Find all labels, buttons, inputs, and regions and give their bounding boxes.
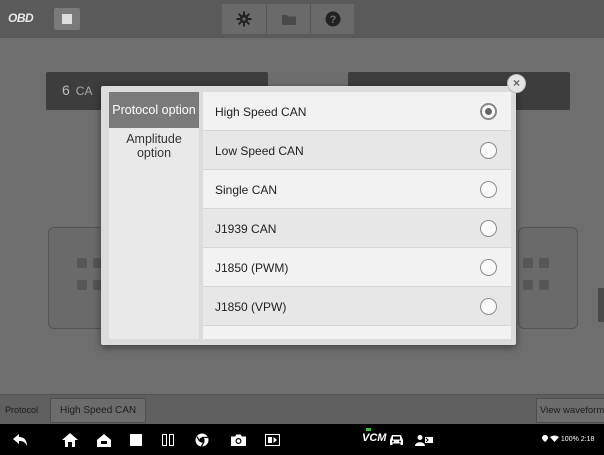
option-label: J1850 (VPW) bbox=[215, 300, 287, 314]
tab-amplitude-option[interactable]: Amplitude option bbox=[109, 128, 199, 164]
option-label: J1939 CAN bbox=[215, 222, 277, 236]
obd-connector-left bbox=[48, 227, 108, 329]
option-single-can[interactable]: Single CAN bbox=[203, 170, 511, 209]
vcm-icon[interactable]: VCM bbox=[362, 432, 386, 444]
settings-button[interactable] bbox=[222, 4, 266, 34]
camera-icon[interactable] bbox=[228, 430, 248, 450]
vcm-status-dot bbox=[366, 428, 371, 431]
option-label: High Speed CAN bbox=[215, 105, 307, 119]
stop-icon bbox=[62, 14, 72, 24]
status-area: 100% 2:18 bbox=[542, 435, 594, 443]
location-icon bbox=[542, 435, 548, 442]
side-panel-handle[interactable] bbox=[598, 288, 604, 322]
chrome-icon[interactable] bbox=[192, 430, 212, 450]
toolbar-button-group: ? bbox=[222, 4, 354, 34]
option-j1850-pwm[interactable]: J1850 (PWM) bbox=[203, 248, 511, 287]
channel-number: 6 bbox=[62, 82, 70, 98]
option-category-nav: Protocol option Amplitude option bbox=[109, 92, 199, 339]
car-icon[interactable] bbox=[386, 430, 406, 450]
close-icon[interactable]: × bbox=[507, 74, 526, 93]
house-icon[interactable] bbox=[94, 430, 114, 450]
radio-button[interactable] bbox=[480, 181, 497, 198]
system-nav-bar: VCM 100% 2:18 bbox=[0, 424, 604, 455]
radio-button[interactable] bbox=[480, 142, 497, 159]
protocol-options-dialog: Protocol option Amplitude option High Sp… bbox=[101, 86, 516, 345]
obd-logo: OBD bbox=[8, 11, 34, 25]
option-label: J1850 (PWM) bbox=[215, 261, 289, 275]
option-j1850-vpw[interactable]: J1850 (VPW) bbox=[203, 287, 511, 326]
folder-button[interactable] bbox=[266, 4, 310, 34]
channel-label: CA bbox=[75, 84, 93, 98]
folder-icon bbox=[281, 14, 296, 25]
protocol-label: Protocol bbox=[5, 405, 39, 415]
screen-record-icon[interactable] bbox=[262, 430, 282, 450]
tab-protocol-option[interactable]: Protocol option bbox=[109, 92, 199, 128]
back-icon[interactable] bbox=[10, 430, 30, 450]
radio-button[interactable] bbox=[480, 259, 497, 276]
protocol-bar: Protocol High Speed CAN View waveform bbox=[0, 394, 604, 424]
status-text: 100% 2:18 bbox=[560, 436, 595, 443]
radio-button[interactable] bbox=[480, 220, 497, 237]
option-j1939-can[interactable]: J1939 CAN bbox=[203, 209, 511, 248]
help-button[interactable]: ? bbox=[310, 4, 354, 34]
gear-icon bbox=[236, 11, 252, 27]
protocol-option-list: High Speed CAN Low Speed CAN Single CAN … bbox=[203, 92, 511, 339]
option-label: Low Speed CAN bbox=[215, 144, 304, 158]
svg-text:?: ? bbox=[329, 14, 336, 26]
home-icon[interactable] bbox=[60, 430, 80, 450]
help-icon: ? bbox=[325, 11, 340, 27]
remote-expert-icon[interactable] bbox=[414, 430, 434, 450]
stop-button[interactable] bbox=[54, 8, 80, 30]
app-toolbar: OBD ? bbox=[0, 0, 604, 38]
obd-connector-right bbox=[518, 227, 578, 329]
option-label: Single CAN bbox=[215, 183, 278, 197]
protocol-value-button[interactable]: High Speed CAN bbox=[50, 398, 147, 423]
recent-apps-icon[interactable] bbox=[126, 430, 146, 450]
radio-button[interactable] bbox=[480, 103, 497, 120]
radio-button[interactable] bbox=[480, 298, 497, 315]
view-waveform-button[interactable]: View waveform bbox=[536, 398, 604, 423]
split-screen-icon[interactable] bbox=[158, 430, 178, 450]
option-high-speed-can[interactable]: High Speed CAN bbox=[203, 92, 511, 131]
option-low-speed-can[interactable]: Low Speed CAN bbox=[203, 131, 511, 170]
wifi-icon bbox=[549, 435, 559, 442]
